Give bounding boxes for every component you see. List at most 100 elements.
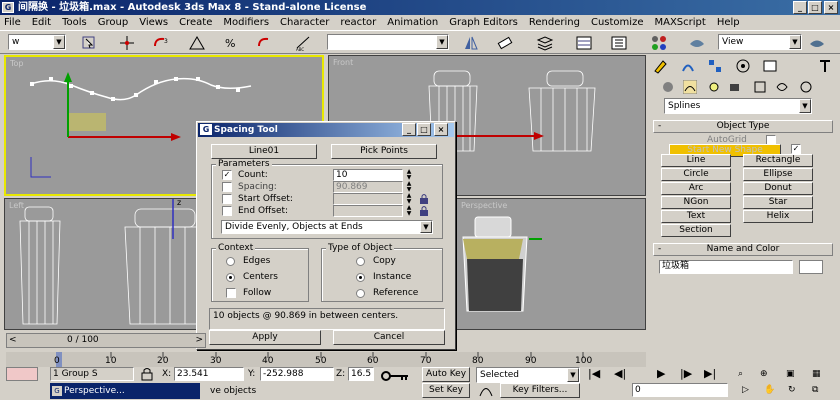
- section-button[interactable]: Section: [661, 224, 731, 237]
- text-button[interactable]: Text: [661, 210, 731, 223]
- zoom-icon[interactable]: ⌕: [738, 369, 743, 379]
- undo-icon[interactable]: 3: [152, 34, 170, 52]
- create-tab-icon[interactable]: [652, 58, 668, 74]
- current-frame-input[interactable]: 0: [632, 383, 728, 397]
- ngon-button[interactable]: NGon: [661, 196, 731, 209]
- selection-lock-icon[interactable]: [140, 367, 154, 381]
- slider-next-icon[interactable]: >: [195, 335, 203, 345]
- display-tab-icon[interactable]: [762, 58, 778, 74]
- object-color-swatch[interactable]: [799, 260, 823, 274]
- geometry-icon[interactable]: [661, 80, 675, 94]
- menu-create[interactable]: Create: [179, 15, 212, 30]
- menu-maxscript[interactable]: MAXScript: [654, 15, 705, 30]
- object-type-rollout[interactable]: - Object Type: [653, 120, 833, 133]
- distribution-dropdown[interactable]: Divide Evenly, Objects at Ends ▼: [221, 220, 433, 234]
- lock-icon[interactable]: [419, 205, 429, 216]
- next-frame-icon[interactable]: |▶: [680, 367, 692, 380]
- shapes-icon[interactable]: [683, 80, 697, 94]
- menu-edit[interactable]: Edit: [32, 15, 51, 30]
- goto-start-icon[interactable]: |◀: [588, 367, 600, 380]
- menu-tools[interactable]: Tools: [62, 15, 87, 30]
- slider-prev-icon[interactable]: <: [9, 335, 17, 345]
- menu-graph-editors[interactable]: Graph Editors: [449, 15, 518, 30]
- maximize-button[interactable]: □: [808, 1, 822, 14]
- field-of-view-icon[interactable]: ▷: [742, 385, 749, 395]
- circle-button[interactable]: Circle: [661, 168, 731, 181]
- x-coordinate-input[interactable]: 23.541: [174, 367, 244, 381]
- helpers-icon[interactable]: [753, 80, 767, 94]
- named-selection-dropdown[interactable]: ▼: [327, 34, 449, 50]
- key-filters-button[interactable]: Key Filters...: [500, 383, 580, 398]
- follow-checkbox[interactable]: [226, 288, 236, 298]
- spacing-checkbox[interactable]: [222, 182, 232, 192]
- angle-snap-icon[interactable]: [188, 34, 206, 52]
- select-and-move-icon[interactable]: [118, 34, 136, 52]
- instance-radio[interactable]: [356, 273, 365, 282]
- name-and-color-rollout[interactable]: - Name and Color: [653, 243, 833, 256]
- play-icon[interactable]: ▶: [657, 367, 665, 380]
- lights-icon[interactable]: [707, 80, 721, 94]
- y-coordinate-input[interactable]: -252.988: [260, 367, 334, 381]
- menu-character[interactable]: Character: [280, 15, 329, 30]
- selection-filter-dropdown[interactable]: w ▼: [8, 34, 66, 50]
- layer-manager-icon[interactable]: [536, 34, 554, 52]
- arc-button[interactable]: Arc: [661, 182, 731, 195]
- helix-button[interactable]: Helix: [743, 210, 813, 223]
- path-pick-button[interactable]: Line01: [211, 144, 317, 159]
- quick-render-icon[interactable]: [808, 34, 826, 52]
- cancel-button[interactable]: Cancel: [333, 330, 445, 345]
- dialog-minimize-button[interactable]: _: [402, 123, 416, 136]
- reference-radio[interactable]: [356, 289, 365, 298]
- zoom-extents-all-icon[interactable]: ▦: [812, 369, 821, 379]
- ellipse-button[interactable]: Ellipse: [743, 168, 813, 181]
- zoom-extents-icon[interactable]: ▣: [786, 369, 795, 379]
- object-name-input[interactable]: 垃圾箱: [659, 260, 793, 274]
- pick-points-button[interactable]: Pick Points: [331, 144, 437, 159]
- cameras-icon[interactable]: [729, 80, 743, 94]
- zoom-all-icon[interactable]: ⊕: [760, 369, 768, 379]
- goto-end-icon[interactable]: ▶|: [704, 367, 716, 380]
- arc-rotate-icon[interactable]: ↻: [788, 385, 796, 395]
- end-offset-input[interactable]: [333, 205, 403, 217]
- edit-named-selection-icon[interactable]: ABC: [294, 34, 312, 52]
- end-offset-spinner[interactable]: ▲ ▼: [405, 205, 413, 217]
- motion-tab-icon[interactable]: [735, 58, 751, 74]
- maxscript-listener-swatch[interactable]: [6, 367, 38, 381]
- utilities-tab-icon[interactable]: [817, 58, 833, 74]
- close-button[interactable]: ×: [824, 1, 838, 14]
- menu-views[interactable]: Views: [139, 15, 168, 30]
- edges-radio[interactable]: [226, 257, 235, 266]
- viewport-perspective[interactable]: Perspective: [456, 198, 646, 330]
- key-icon[interactable]: [380, 369, 410, 383]
- dialog-maximize-button[interactable]: □: [417, 123, 431, 136]
- line-button[interactable]: Line: [661, 154, 731, 167]
- copy-radio[interactable]: [356, 257, 365, 266]
- set-key-button[interactable]: Set Key: [422, 383, 470, 398]
- maximize-viewport-icon[interactable]: ⧉: [812, 385, 818, 395]
- align-icon[interactable]: [496, 34, 514, 52]
- star-button[interactable]: Star: [743, 196, 813, 209]
- minimize-button[interactable]: _: [793, 1, 807, 14]
- centers-radio[interactable]: [226, 273, 235, 282]
- start-offset-checkbox[interactable]: [222, 194, 232, 204]
- menu-customize[interactable]: Customize: [591, 15, 644, 30]
- curve-editor-icon[interactable]: [575, 34, 593, 52]
- material-editor-icon[interactable]: [650, 34, 668, 52]
- pan-icon[interactable]: ✋: [764, 385, 775, 395]
- menu-modifiers[interactable]: Modifiers: [223, 15, 269, 30]
- menu-animation[interactable]: Animation: [387, 15, 438, 30]
- mirror-icon[interactable]: [462, 34, 480, 52]
- apply-button[interactable]: Apply: [209, 330, 321, 345]
- menu-group[interactable]: Group: [98, 15, 128, 30]
- menu-rendering[interactable]: Rendering: [529, 15, 580, 30]
- start-new-shape-checkbox[interactable]: ✓: [791, 144, 801, 154]
- menu-help[interactable]: Help: [717, 15, 740, 30]
- render-type-dropdown[interactable]: View ▼: [718, 34, 802, 50]
- menu-reactor[interactable]: reactor: [340, 15, 376, 30]
- count-input[interactable]: 10: [333, 169, 403, 181]
- lock-icon[interactable]: [419, 193, 429, 204]
- default-tangent-icon[interactable]: [478, 383, 494, 398]
- render-scene-icon[interactable]: [688, 34, 706, 52]
- spacing-input[interactable]: 90.869: [333, 181, 403, 193]
- select-object-icon[interactable]: [80, 34, 98, 52]
